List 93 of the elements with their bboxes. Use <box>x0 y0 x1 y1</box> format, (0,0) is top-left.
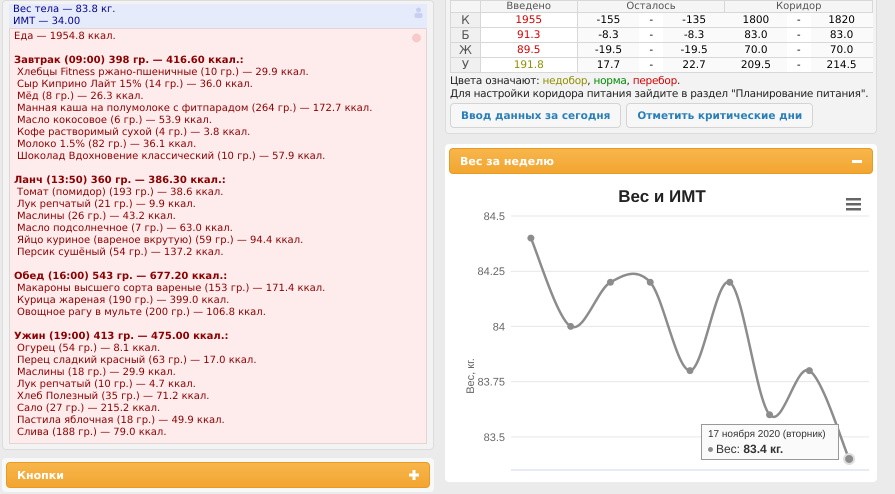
action-button[interactable]: Отметить критические дни <box>626 103 814 128</box>
minus-icon[interactable] <box>852 160 862 162</box>
remaining-cell: -8.3 <box>663 28 725 42</box>
data-point[interactable] <box>726 278 734 286</box>
entered-cell: 191.8 <box>480 58 578 72</box>
food-item: Мёд (8 гр.) — 26.3 ккал. <box>16 91 145 103</box>
food-item: Маслины (26 гр.) — 43.2 ккал. <box>16 211 177 223</box>
food-item: Курица жареная (190 гр.) — 399.0 ккал. <box>16 295 230 307</box>
plus-icon[interactable] <box>409 470 419 480</box>
summary-line: Вес тела — 83.8 кг. <box>13 4 116 16</box>
row-label: Б <box>450 28 480 42</box>
entered-cell: 89.5 <box>480 42 578 58</box>
food-item: Маслины (18 гр.) — 29.9 ккал. <box>16 367 177 379</box>
series-dot-icon <box>708 447 713 452</box>
y-tick-label: 83.75 <box>477 376 505 389</box>
remaining-cell: -19.5 <box>577 42 640 58</box>
food-item: Макароны высшего сорта вареные (153 гр.) — 171.4 ккал. <box>16 283 326 295</box>
apple-icon <box>411 32 422 43</box>
tooltip-value: Вес: 83.4 кг. <box>716 442 784 456</box>
menu-icon[interactable] <box>846 198 861 210</box>
chart-title: Вес и ИМТ <box>618 187 706 206</box>
food-item: Молоко 1.5% (82 гр.) — 36.1 ккал. <box>16 139 198 151</box>
food-total: Еда — 1954.8 ккал. <box>14 31 116 43</box>
food-item: Томат (помидор) (193 гр.) — 38.6 ккал. <box>16 187 224 199</box>
entered-cell: 91.3 <box>480 28 578 42</box>
corridor-cell: 1800 <box>724 12 787 28</box>
remaining-cell: -8.3 <box>577 28 640 42</box>
food-item: Сыр Киприно Лайт 15% (14 гр.) — 36.0 ккал. <box>16 79 254 91</box>
panel-title: Кнопки <box>17 468 64 482</box>
food-item: Лук репчатый (10 гр.) — 4.7 ккал. <box>16 379 197 391</box>
corridor-cell: 70.0 <box>810 42 872 58</box>
column-header: Введено <box>480 0 578 12</box>
column-header: Осталось <box>577 0 725 12</box>
remaining-cell: -19.5 <box>663 42 725 58</box>
person-icon <box>414 7 423 18</box>
food-item: Шоколад Вдохновение классический (10 гр.) — 57.9 ккал. <box>16 151 326 163</box>
entered-cell: 1955 <box>480 12 578 28</box>
panel-title: Вес за неделю <box>460 154 554 168</box>
range-dash: - <box>639 42 664 58</box>
range-dash: - <box>639 58 664 72</box>
food-item: Масло подсолнечное (7 гр.) — 63.0 ккал. <box>16 223 234 235</box>
food-item: Сало (27 гр.) — 215.2 ккал. <box>16 403 162 415</box>
tooltip-date: 17 ноября 2020 (вторник) <box>708 428 827 442</box>
y-tick-label: 84.5 <box>484 211 505 223</box>
data-point[interactable] <box>646 278 654 286</box>
data-point[interactable] <box>567 322 574 330</box>
summary-line: ИМТ — 34.00 <box>13 16 80 28</box>
meal-heading: Обед (16:00) 543 гр. — 677.20 ккал.: <box>14 271 228 283</box>
food-item: Огурец (54 гр.) — 8.1 ккал. <box>16 343 162 355</box>
corridor-cell: 209.5 <box>724 58 787 72</box>
data-point[interactable] <box>806 367 813 374</box>
food-item: Хлеб Полезный (35 гр.) — 71.2 ккал. <box>16 391 210 403</box>
y-tick-label: 84.25 <box>477 266 505 278</box>
food-item: Манная каша на полумолоке с фитпарадом (264 гр.) — 172.7 ккал. <box>16 103 374 115</box>
meal-heading: Завтрак (09:00) 398 гр. — 416.60 ккал.: <box>14 55 245 67</box>
corridor-cell: 83.0 <box>810 28 872 42</box>
y-tick-label: 83.5 <box>484 432 505 444</box>
data-point[interactable] <box>527 234 534 242</box>
food-item: Пастила яблочная (18 гр.) — 49.9 ккал. <box>16 415 226 427</box>
corridor-cell: 83.0 <box>724 28 787 42</box>
food-item: Лук репчатый (21 гр.) — 9.9 ккал. <box>16 199 197 211</box>
food-item: Слива (188 гр.) — 79.0 ккал. <box>16 427 168 439</box>
data-point[interactable] <box>686 367 694 374</box>
remaining-cell: 22.7 <box>663 58 725 72</box>
meal-heading: Ланч (13:50) 360 гр. — 386.30 ккал.: <box>14 175 227 187</box>
food-item: Масло кокосовое (6 гр.) — 53.9 ккал. <box>16 115 213 127</box>
food-item: Яйцо куриное (вареное вкрутую) (59 гр.) — 94.4 ккал. <box>16 235 304 247</box>
y-tick-label: 84 <box>492 321 505 334</box>
meal-heading: Ужин (19:00) 413 гр. — 475.00 ккал.: <box>14 331 230 343</box>
data-point[interactable] <box>606 278 614 286</box>
y-axis-title: Вес, кг. <box>465 358 477 394</box>
corridor-cell: 214.5 <box>810 58 872 72</box>
remaining-cell: 17.7 <box>577 58 640 72</box>
range-dash: - <box>639 28 664 42</box>
data-point[interactable] <box>766 411 774 418</box>
food-item: Перец сладкий красный (63 гр.) — 17.0 ккал. <box>16 355 258 367</box>
range-dash: - <box>639 12 664 28</box>
remaining-cell: -155 <box>577 12 640 28</box>
corridor-hint: Для настройки коридора питания зайдите в раздел "Планирование питания". <box>450 88 870 101</box>
food-item: Персик сушёный (54 гр.) — 137.2 ккал. <box>16 247 224 259</box>
row-label: У <box>450 58 480 72</box>
column-header: Коридор <box>724 0 872 12</box>
food-item: Хлебцы Fitness ржано-пшеничные (10 гр.) — 29.9 ккал. <box>16 67 310 79</box>
remaining-cell: -135 <box>663 12 725 28</box>
food-item: Овощное рагу в мульте (200 гр.) — 106.8 ккал. <box>16 307 267 319</box>
food-item: Кофе растворимый сухой (4 гр.) — 3.8 ккал. <box>16 127 252 139</box>
action-button[interactable]: Ввод данных за сегодня <box>450 103 622 128</box>
row-label: К <box>450 12 480 28</box>
corridor-cell: 1820 <box>810 12 872 28</box>
color-legend: Цвета означают: недобор, норма, перебор. <box>450 75 872 88</box>
corridor-cell: 70.0 <box>724 42 787 58</box>
row-label: Ж <box>450 42 480 58</box>
data-point[interactable] <box>843 452 856 465</box>
